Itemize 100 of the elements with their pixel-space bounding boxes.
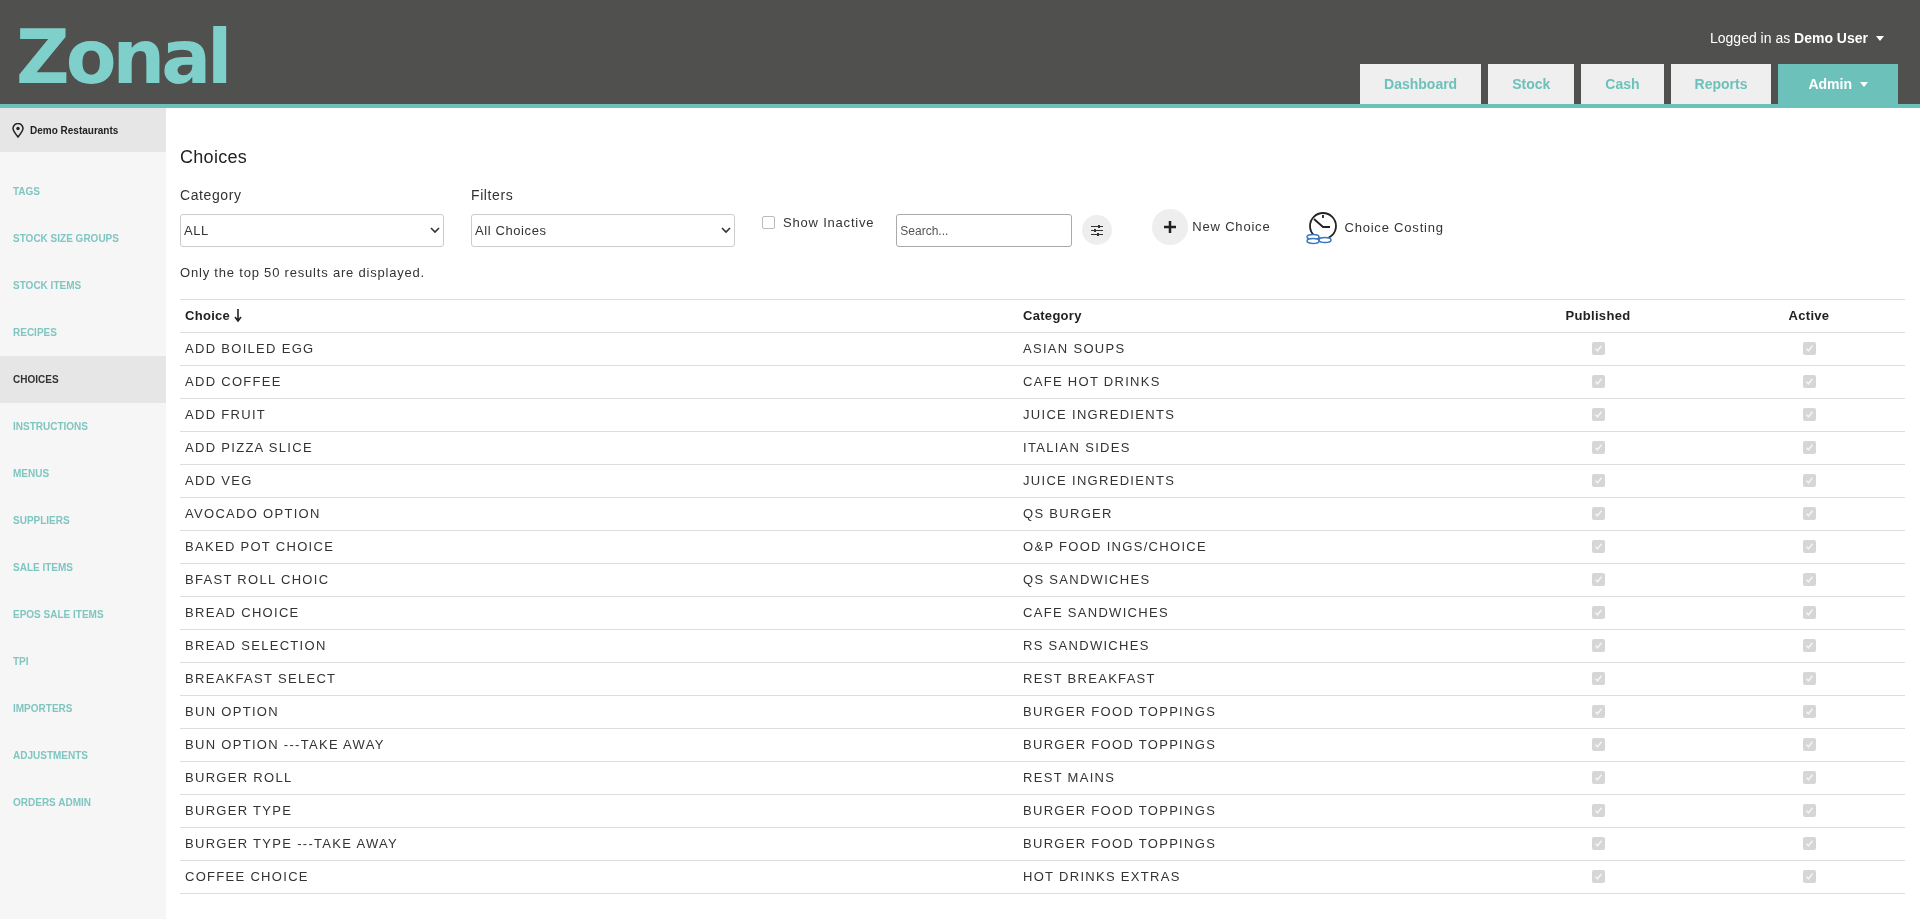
checkbox[interactable] bbox=[1591, 473, 1605, 487]
table-cell: O&P FOOD INGS/CHOICE bbox=[1023, 538, 1207, 554]
action-button[interactable]: Choice Costing bbox=[1306, 211, 1444, 245]
checkbox[interactable] bbox=[1802, 572, 1816, 586]
check-icon bbox=[1804, 739, 1814, 749]
checkbox[interactable] bbox=[1802, 869, 1816, 883]
table-cell: BAKED POT CHOICE bbox=[185, 538, 335, 554]
table-cell: HOT DRINKS EXTRAS bbox=[1023, 868, 1181, 884]
sidebar-item[interactable]: IMPORTERS bbox=[0, 685, 166, 732]
filter-button[interactable] bbox=[1082, 215, 1113, 245]
table-cell: ITALIAN SIDES bbox=[1023, 439, 1131, 455]
sidebar-item[interactable]: SUPPLIERS bbox=[0, 497, 166, 544]
nav-tab[interactable]: Cash bbox=[1581, 64, 1664, 104]
nav-tab[interactable]: Dashboard bbox=[1360, 64, 1482, 104]
checkbox[interactable] bbox=[1591, 407, 1605, 421]
table-cell: REST MAINS bbox=[1023, 769, 1116, 785]
checkbox[interactable] bbox=[1802, 704, 1816, 718]
checkbox[interactable] bbox=[1591, 803, 1605, 817]
checkbox[interactable] bbox=[1802, 770, 1816, 784]
checkbox[interactable] bbox=[1591, 737, 1605, 751]
checkbox[interactable] bbox=[762, 216, 775, 229]
check-icon bbox=[1593, 772, 1603, 782]
check-icon bbox=[1593, 541, 1603, 551]
checkbox[interactable] bbox=[1591, 671, 1605, 685]
checkbox[interactable] bbox=[1591, 374, 1605, 388]
checkbox[interactable] bbox=[1591, 539, 1605, 553]
sidebar-item[interactable]: TPI bbox=[0, 638, 166, 685]
action-button[interactable]: New Choice bbox=[1152, 209, 1271, 245]
sidebar-item[interactable]: TAGS bbox=[0, 168, 166, 215]
check-icon bbox=[1804, 772, 1814, 782]
search-field[interactable]: Search... bbox=[896, 214, 1073, 247]
check-icon bbox=[1804, 475, 1814, 485]
column-header[interactable]: Category bbox=[1023, 305, 1082, 326]
sliders-icon bbox=[1091, 224, 1104, 236]
location-name: Demo Restaurants bbox=[30, 123, 119, 138]
logged-in-user[interactable]: Logged in as Demo User bbox=[1710, 28, 1868, 49]
table-cell: BURGER FOOD TOPPINGS bbox=[1023, 802, 1217, 818]
chevron-down-icon bbox=[430, 227, 440, 234]
map-pin-icon bbox=[12, 122, 24, 138]
checkbox[interactable] bbox=[1591, 836, 1605, 850]
column-header[interactable]: Active bbox=[1788, 305, 1830, 326]
sidebar-item[interactable]: EPOS SALE ITEMS bbox=[0, 591, 166, 638]
nav-tab[interactable]: Stock bbox=[1488, 64, 1575, 104]
chevron-down-icon bbox=[721, 227, 731, 234]
category-select[interactable]: ALL bbox=[180, 214, 444, 247]
checkbox[interactable] bbox=[1802, 671, 1816, 685]
checkbox[interactable] bbox=[1802, 836, 1816, 850]
checkbox[interactable] bbox=[1802, 506, 1816, 520]
check-icon bbox=[1804, 805, 1814, 815]
caret-icon bbox=[1876, 36, 1884, 41]
checkbox[interactable] bbox=[1802, 341, 1816, 355]
location-bar[interactable]: Demo Restaurants bbox=[0, 108, 166, 152]
checkbox[interactable] bbox=[1802, 440, 1816, 454]
table-cell: ADD FRUIT bbox=[185, 406, 267, 422]
checkbox-label: Show Inactive bbox=[783, 213, 875, 232]
checkbox[interactable] bbox=[1591, 770, 1605, 784]
sidebar-item[interactable]: RECIPES bbox=[0, 309, 166, 356]
sidebar-item[interactable]: STOCK ITEMS bbox=[0, 262, 166, 309]
checkbox[interactable] bbox=[1591, 572, 1605, 586]
checkbox[interactable] bbox=[1591, 341, 1605, 355]
filters-select[interactable]: All Choices bbox=[471, 214, 735, 247]
sidebar-item[interactable]: ORDERS ADMIN bbox=[0, 779, 166, 826]
nav-tab[interactable]: Reports bbox=[1670, 64, 1772, 104]
table-cell: AVOCADO OPTION bbox=[185, 505, 321, 521]
table-cell: COFFEE CHOICE bbox=[185, 868, 309, 884]
table-cell: CAFE SANDWICHES bbox=[1023, 604, 1169, 620]
check-icon bbox=[1593, 442, 1603, 452]
sidebar-item[interactable]: MENUS bbox=[0, 450, 166, 497]
column-header[interactable]: Published bbox=[1565, 305, 1631, 326]
checkbox[interactable] bbox=[1802, 803, 1816, 817]
sidebar-item[interactable]: INSTRUCTIONS bbox=[0, 403, 166, 450]
check-icon bbox=[1804, 607, 1814, 617]
checkbox[interactable] bbox=[1591, 506, 1605, 520]
checkbox[interactable] bbox=[1802, 374, 1816, 388]
sidebar-item[interactable]: CHOICES bbox=[0, 356, 166, 403]
checkbox[interactable] bbox=[1591, 704, 1605, 718]
checkbox[interactable] bbox=[1802, 539, 1816, 553]
checkbox[interactable] bbox=[1802, 407, 1816, 421]
table-cell: BREAD SELECTION bbox=[185, 637, 327, 653]
checkbox[interactable] bbox=[1802, 737, 1816, 751]
checkbox[interactable] bbox=[1591, 869, 1605, 883]
plus-icon bbox=[1152, 209, 1189, 245]
check-icon bbox=[1593, 805, 1603, 815]
column-header[interactable]: Choice bbox=[185, 305, 243, 326]
checkbox[interactable] bbox=[1802, 473, 1816, 487]
checkbox[interactable] bbox=[1591, 638, 1605, 652]
sidebar-item[interactable]: SALE ITEMS bbox=[0, 544, 166, 591]
checkbox[interactable] bbox=[1802, 638, 1816, 652]
check-icon bbox=[1804, 541, 1814, 551]
checkbox[interactable] bbox=[1802, 605, 1816, 619]
table-cell: BREAD CHOICE bbox=[185, 604, 300, 620]
checkbox[interactable] bbox=[1591, 605, 1605, 619]
table-cell: BUN OPTION bbox=[185, 703, 279, 719]
nav-tab[interactable]: Admin bbox=[1778, 64, 1898, 104]
checkbox[interactable] bbox=[1591, 440, 1605, 454]
check-icon bbox=[1593, 871, 1603, 881]
table-cell: BREAKFAST SELECT bbox=[185, 670, 337, 686]
sidebar-item[interactable]: ADJUSTMENTS bbox=[0, 732, 166, 779]
sidebar-item[interactable]: STOCK SIZE GROUPS bbox=[0, 215, 166, 262]
check-icon bbox=[1593, 607, 1603, 617]
